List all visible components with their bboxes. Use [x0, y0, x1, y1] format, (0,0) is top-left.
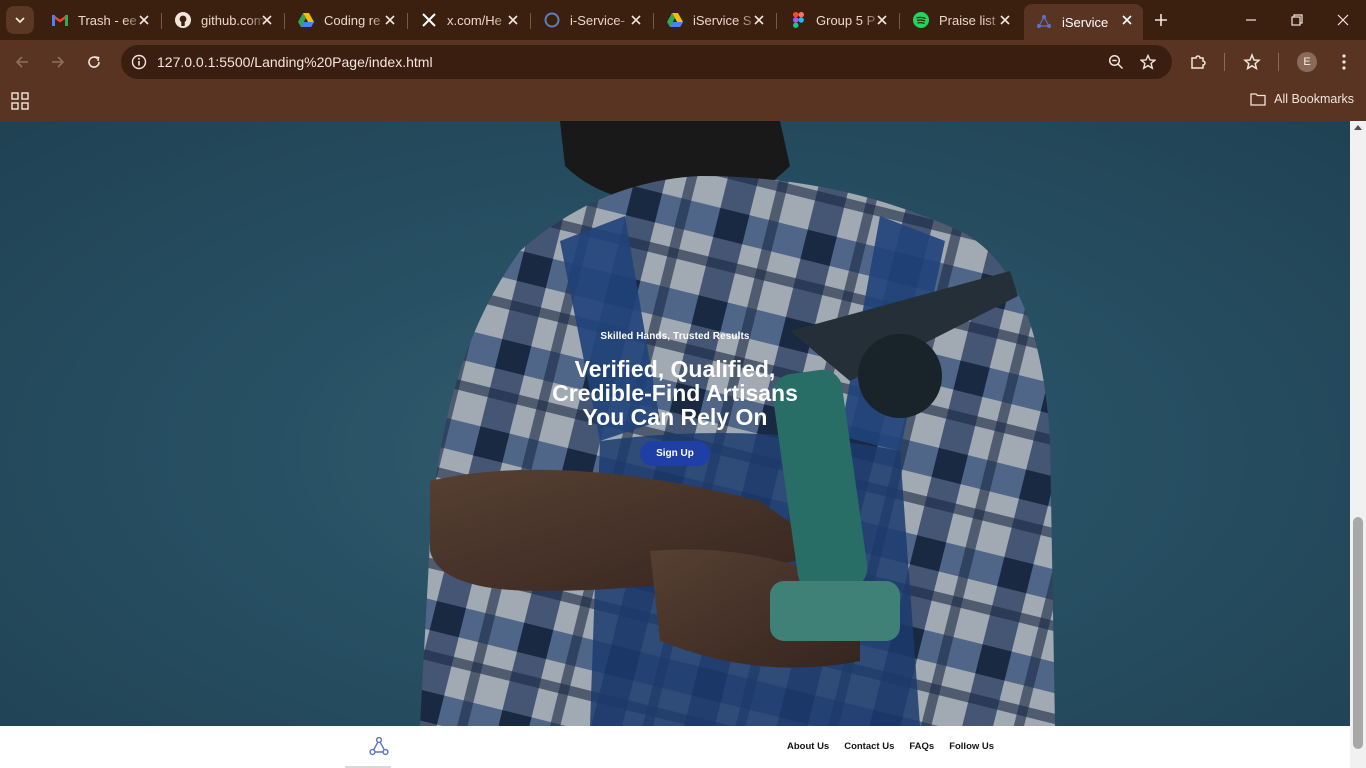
more-vertical-icon	[1342, 54, 1346, 70]
scrollbar-thumb[interactable]	[1353, 517, 1363, 749]
tab-separator	[899, 13, 900, 29]
hero-tagline: Skilled Hands, Trusted Results	[600, 331, 750, 342]
apps-grid-icon[interactable]	[11, 92, 29, 110]
scroll-up-arrow-icon[interactable]	[1354, 125, 1362, 130]
close-icon[interactable]	[874, 12, 890, 28]
tab-title: github.com	[201, 12, 265, 28]
tab-title: Coding re	[324, 12, 381, 28]
tab-separator	[284, 13, 285, 29]
reload-icon	[88, 56, 100, 68]
close-icon[interactable]	[136, 12, 152, 28]
loading-icon	[544, 12, 560, 28]
close-icon[interactable]	[259, 12, 275, 28]
tab-iservice-repo[interactable]: i-Service-	[532, 4, 654, 36]
minimize-icon	[1246, 19, 1256, 21]
tab-title: x.com/He	[447, 12, 502, 28]
close-icon[interactable]	[997, 12, 1013, 28]
restore-icon	[1291, 14, 1303, 26]
x-icon	[421, 12, 437, 28]
folder-icon	[1250, 93, 1266, 106]
tab-github[interactable]: github.com	[163, 4, 285, 36]
github-icon	[175, 12, 191, 28]
headline-line: You Can Rely On	[582, 404, 768, 430]
tab-strip: Trash - ee github.com Coding re x.com/He…	[0, 0, 1366, 40]
tab-x[interactable]: x.com/He	[409, 4, 531, 36]
site-info-icon[interactable]	[129, 52, 149, 72]
iservice-logo-icon	[1036, 14, 1052, 30]
forward-button[interactable]	[44, 48, 72, 76]
hero-content: Skilled Hands, Trusted Results Verified,…	[475, 331, 875, 466]
footer-link-about[interactable]: About Us	[787, 741, 829, 752]
footer-nav: About Us Contact Us FAQs Follow Us	[787, 741, 1009, 752]
profile-avatar[interactable]: E	[1297, 52, 1317, 72]
close-window-button[interactable]	[1320, 0, 1366, 40]
url-text: 127.0.0.1:5500/Landing%20Page/index.html	[157, 54, 433, 70]
google-drive-icon	[667, 12, 683, 28]
google-drive-icon	[298, 12, 314, 28]
tab-title: Group 5 P	[816, 12, 876, 28]
arrow-right-icon	[52, 56, 65, 68]
all-bookmarks-button[interactable]: All Bookmarks	[1250, 92, 1354, 106]
toolbar-divider	[1278, 53, 1279, 71]
tab-coding[interactable]: Coding re	[286, 4, 408, 36]
tab-separator	[161, 13, 162, 29]
restore-button[interactable]	[1274, 0, 1320, 40]
tab-search-button[interactable]	[6, 6, 34, 34]
bookmark-star-icon[interactable]	[1138, 52, 1158, 72]
all-bookmarks-label: All Bookmarks	[1274, 92, 1354, 106]
iservice-logo-icon[interactable]	[369, 737, 389, 757]
address-bar[interactable]: 127.0.0.1:5500/Landing%20Page/index.html	[121, 45, 1172, 79]
tab-iservice-active[interactable]: iService	[1024, 4, 1143, 40]
tab-title: Trash - ee	[78, 12, 137, 28]
browser-menu-button[interactable]	[1330, 48, 1358, 76]
page-scrollbar[interactable]	[1350, 121, 1366, 768]
tab-figma[interactable]: Group 5 P	[778, 4, 900, 36]
hero-headline: Verified, Qualified, Credible-Find Artis…	[475, 357, 875, 429]
star-list-icon	[1243, 53, 1261, 71]
tab-separator	[407, 13, 408, 29]
tab-spotify[interactable]: Praise list	[901, 4, 1021, 36]
new-tab-button[interactable]	[1148, 6, 1174, 34]
tab-separator	[653, 13, 654, 29]
tab-title: iService S	[693, 12, 752, 28]
plus-icon	[1155, 14, 1167, 26]
headline-line: Credible-Find Artisans	[552, 380, 798, 406]
bookmarks-manager-button[interactable]	[1238, 48, 1266, 76]
sign-up-button[interactable]: Sign Up	[640, 441, 710, 466]
close-icon	[1337, 14, 1349, 26]
puzzle-icon	[1191, 55, 1206, 69]
zoom-icon[interactable]	[1106, 52, 1126, 72]
hero-section: Skilled Hands, Trusted Results Verified,…	[0, 121, 1350, 726]
close-icon[interactable]	[751, 12, 767, 28]
tab-separator	[776, 13, 777, 29]
bookmarks-bar: All Bookmarks	[0, 84, 1366, 121]
close-icon[interactable]	[1119, 12, 1135, 28]
page-footer: About Us Contact Us FAQs Follow Us	[0, 726, 1350, 768]
tab-title: Praise list	[939, 12, 996, 28]
extensions-button[interactable]	[1184, 48, 1212, 76]
back-button[interactable]	[8, 48, 36, 76]
close-icon[interactable]	[505, 12, 521, 28]
tab-gmail[interactable]: Trash - ee	[40, 4, 162, 36]
footer-link-faqs[interactable]: FAQs	[909, 741, 934, 752]
toolbar-divider	[1224, 53, 1225, 71]
chevron-down-icon	[15, 17, 25, 24]
tab-separator	[530, 13, 531, 29]
footer-link-follow[interactable]: Follow Us	[949, 741, 994, 752]
gmail-icon	[52, 12, 68, 28]
browser-toolbar: 127.0.0.1:5500/Landing%20Page/index.html…	[0, 40, 1366, 84]
close-icon[interactable]	[382, 12, 398, 28]
page-viewport: Skilled Hands, Trusted Results Verified,…	[0, 121, 1350, 768]
minimize-button[interactable]	[1228, 0, 1274, 40]
tab-title: i-Service-	[570, 12, 625, 28]
figma-icon	[790, 12, 806, 28]
tab-iservice-drive[interactable]: iService S	[655, 4, 777, 36]
reload-button[interactable]	[80, 48, 108, 76]
headline-line: Verified, Qualified,	[574, 356, 776, 382]
spotify-icon	[913, 12, 929, 28]
footer-link-contact[interactable]: Contact Us	[844, 741, 894, 752]
close-icon[interactable]	[628, 12, 644, 28]
arrow-left-icon	[15, 56, 28, 68]
